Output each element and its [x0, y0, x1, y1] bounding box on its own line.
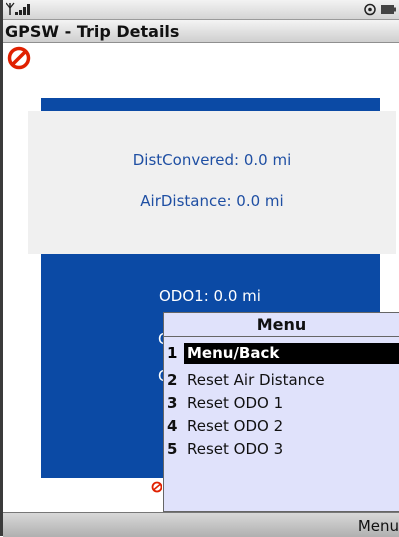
menu-item-reset-air-distance[interactable]: 2 Reset Air Distance — [164, 370, 399, 391]
header-band — [41, 98, 380, 111]
soft-key-bar: Menu — [3, 512, 399, 537]
menu-item-reset-odo2[interactable]: 4 Reset ODO 2 — [164, 416, 399, 437]
menu-item-reset-odo3[interactable]: 5 Reset ODO 3 — [164, 439, 399, 460]
menu-item-reset-odo1[interactable]: 3 Reset ODO 1 — [164, 393, 399, 414]
trip-info-panel: DistConvered: 0.0 mi AirDistance: 0.0 mi — [28, 111, 396, 254]
status-bar — [3, 0, 399, 20]
signal-bars-icon — [6, 2, 30, 15]
air-distance-label: AirDistance: 0.0 mi — [140, 192, 284, 210]
settings-icon — [364, 3, 376, 16]
status-icons — [364, 3, 396, 16]
distance-covered-label: DistConvered: 0.0 mi — [132, 151, 292, 169]
options-menu: Menu 1 Menu/Back 2 Reset Air Distance 3 Res… — [163, 312, 399, 512]
odo1-label: ODO1: 0.0 mi — [159, 287, 261, 305]
menu-title: Menu — [164, 313, 399, 337]
page-title: GPSW - Trip Details — [5, 22, 180, 41]
menu-softkey[interactable]: Menu — [358, 517, 399, 535]
error-icon — [151, 481, 162, 493]
battery-icon — [381, 5, 396, 14]
screen-frame — [0, 0, 3, 536]
title-bar: GPSW - Trip Details — [3, 20, 399, 43]
no-entry-icon — [7, 46, 31, 70]
menu-item-back[interactable]: 1 Menu/Back — [164, 343, 399, 364]
